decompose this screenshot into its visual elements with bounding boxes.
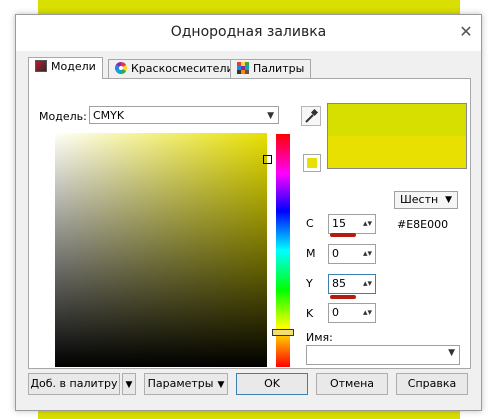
- channel-c-value: 15: [332, 217, 346, 230]
- color-field[interactable]: [55, 133, 267, 367]
- color-wheel-icon: [114, 62, 128, 74]
- eyedropper-button[interactable]: [301, 106, 321, 126]
- channel-m-input[interactable]: 0 ▴▾: [328, 244, 376, 264]
- hex-format-value: Шестн: [400, 193, 439, 206]
- ok-button[interactable]: OK: [236, 373, 308, 395]
- uniform-fill-dialog: Однородная заливка ✕ Модели Краскосмесит…: [15, 14, 482, 411]
- spin-arrows-icon[interactable]: ▴▾: [363, 215, 372, 233]
- spin-arrows-icon[interactable]: ▴▾: [363, 275, 372, 293]
- gamut-swatch-fill: [307, 158, 317, 168]
- channel-c-label: C: [306, 217, 314, 230]
- ok-label: OK: [264, 377, 280, 390]
- model-label: Модель:: [39, 110, 87, 123]
- new-color-swatch: [328, 136, 466, 168]
- dialog-title: Однородная заливка: [170, 24, 327, 40]
- chevron-down-icon: ▼: [217, 380, 225, 390]
- help-button[interactable]: Справка: [396, 373, 468, 395]
- models-panel: Модель: CMYK ▼ Шестн ▼ #E8E000 C 15 ▴▾ M…: [28, 78, 471, 369]
- name-select[interactable]: ▼: [306, 345, 460, 365]
- tab-models-label: Модели: [51, 60, 96, 73]
- tab-models[interactable]: Модели: [28, 57, 103, 79]
- chevron-down-icon: ▼: [448, 348, 455, 358]
- eyedropper-icon: [305, 108, 319, 123]
- hue-slider-handle[interactable]: [272, 329, 294, 336]
- channel-k-input[interactable]: 0 ▴▾: [328, 303, 376, 323]
- channel-c-input[interactable]: 15 ▴▾: [328, 214, 376, 234]
- chevron-down-icon: ▼: [267, 111, 274, 121]
- spin-arrows-icon[interactable]: ▴▾: [363, 245, 372, 263]
- params-label: Параметры: [147, 377, 214, 390]
- channel-m-label: M: [306, 247, 316, 260]
- channel-y-input[interactable]: 85 ▴▾: [328, 274, 376, 294]
- chevron-down-icon: ▼: [445, 195, 452, 205]
- gamut-alarm-swatch[interactable]: [303, 154, 321, 172]
- tab-palettes[interactable]: Палитры: [230, 59, 312, 78]
- channel-y-value: 85: [332, 277, 346, 290]
- title-bar: Однородная заливка ✕: [16, 15, 481, 51]
- model-select-value: CMYK: [93, 109, 125, 122]
- color-field-marker[interactable]: [263, 155, 272, 164]
- models-icon: [35, 60, 47, 72]
- channel-k-value: 0: [332, 306, 339, 319]
- channel-y-indicator: [330, 295, 356, 299]
- add-to-palette-button[interactable]: Доб. в палитру: [28, 373, 120, 395]
- model-select[interactable]: CMYK ▼: [89, 106, 279, 124]
- channel-k-label: K: [306, 307, 314, 320]
- tab-mixers[interactable]: Краскосмесители: [108, 59, 241, 78]
- palette-grid-icon: [237, 62, 249, 74]
- add-to-palette-label: Доб. в палитру: [30, 377, 118, 390]
- cancel-label: Отмена: [329, 377, 375, 390]
- chevron-down-icon: ▼: [125, 380, 133, 390]
- channel-c-indicator: [330, 233, 356, 237]
- cancel-button[interactable]: Отмена: [316, 373, 388, 395]
- name-label: Имя:: [306, 331, 333, 344]
- channel-m-value: 0: [332, 247, 339, 260]
- channel-y-label: Y: [306, 277, 313, 290]
- tab-mixers-label: Краскосмесители: [131, 62, 234, 75]
- tab-palettes-label: Палитры: [253, 62, 305, 75]
- old-color-swatch: [328, 104, 466, 136]
- spin-arrows-icon[interactable]: ▴▾: [363, 304, 372, 322]
- hex-format-select[interactable]: Шестн ▼: [394, 191, 458, 209]
- close-button[interactable]: ✕: [455, 21, 477, 43]
- color-preview: [327, 103, 467, 169]
- help-label: Справка: [407, 377, 457, 390]
- hex-value: #E8E000: [397, 218, 449, 231]
- params-button[interactable]: Параметры ▼: [144, 373, 228, 395]
- add-to-palette-dropdown[interactable]: ▼: [122, 373, 136, 395]
